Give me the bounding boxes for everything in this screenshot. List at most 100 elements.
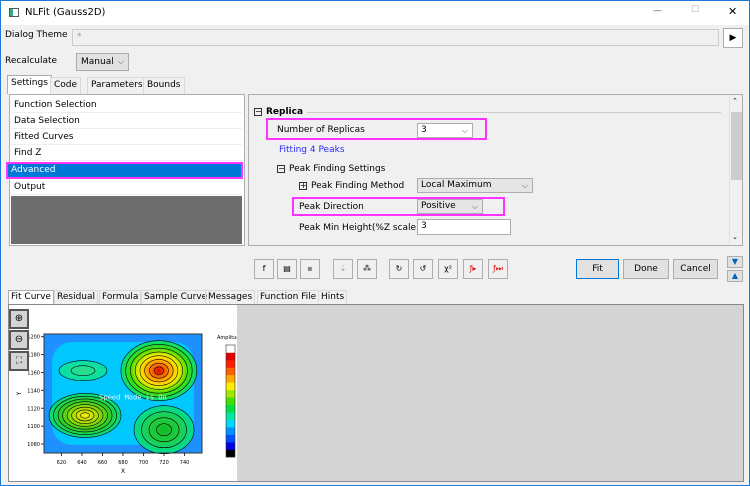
x-tick-label: 620 bbox=[57, 460, 67, 466]
chevron-down-icon: ⌵ bbox=[461, 126, 468, 135]
peak-method-value: Local Maximum bbox=[421, 180, 492, 190]
recalculate-select[interactable]: Manual ⌵ bbox=[76, 53, 129, 71]
y-tick-label: 1080 bbox=[27, 442, 40, 448]
done-button[interactable]: Done bbox=[623, 259, 669, 279]
nav-item-fitted-curves[interactable]: Fitted Curves bbox=[11, 129, 242, 145]
zoom-in-icon[interactable]: ⊕ bbox=[9, 309, 29, 329]
replicas-value: 3 bbox=[421, 125, 427, 135]
function-editor-icon[interactable]: f bbox=[254, 259, 274, 279]
x-tick-label: 720 bbox=[159, 460, 169, 466]
tab-code[interactable]: Code bbox=[50, 77, 82, 94]
theme-menu-button[interactable]: ▶ bbox=[723, 28, 743, 48]
tab-settings[interactable]: Settings bbox=[7, 75, 52, 94]
fit-button[interactable]: Fit bbox=[576, 259, 619, 279]
x-axis-label: X bbox=[121, 468, 125, 475]
colorbar-segment bbox=[226, 389, 235, 398]
expand-icon[interactable]: + bbox=[299, 182, 307, 190]
colorbar-segment bbox=[226, 404, 235, 413]
section-divider bbox=[307, 112, 721, 113]
function-file-icon[interactable]: ▤ bbox=[277, 259, 297, 279]
dialog-theme-label: Dialog Theme bbox=[5, 30, 68, 40]
tab-fit-curve[interactable]: Fit Curve bbox=[8, 290, 54, 304]
x-tick-label: 640 bbox=[77, 460, 87, 466]
zoom-out-icon[interactable]: ⊖ bbox=[9, 330, 29, 350]
nav-item-advanced[interactable]: Advanced bbox=[6, 162, 243, 179]
colorbar-segment bbox=[226, 434, 235, 443]
collapse-down-icon[interactable]: ▼ bbox=[727, 256, 743, 268]
cancel-button[interactable]: Cancel bbox=[673, 259, 718, 279]
colorbar-segment bbox=[226, 359, 235, 368]
y-tick-label: 1200 bbox=[27, 335, 40, 341]
y-tick-label: 1120 bbox=[27, 406, 40, 412]
nav-item-data-selection[interactable]: Data Selection bbox=[11, 113, 242, 129]
replica-section-title: Replica bbox=[266, 107, 304, 117]
save-icon[interactable]: ▪ bbox=[300, 259, 320, 279]
x-tick-label: 660 bbox=[98, 460, 108, 466]
title-bar: NLFit (Gauss2D) — ☐ ✕ bbox=[1, 1, 749, 25]
window-title: NLFit (Gauss2D) bbox=[25, 7, 106, 18]
replicas-select[interactable]: 3 ⌵ bbox=[417, 123, 473, 138]
tab-messages[interactable]: Messages bbox=[205, 290, 256, 304]
fit-until-converged-icon[interactable]: ↺ bbox=[413, 259, 433, 279]
colorbar-segment bbox=[226, 427, 235, 435]
close-button[interactable]: ✕ bbox=[728, 5, 737, 18]
colorbar-title: Amplitude bbox=[217, 335, 237, 341]
nav-item-function-selection[interactable]: Function Selection bbox=[11, 97, 242, 113]
peak-direction-select[interactable]: Positive ⌵ bbox=[417, 199, 483, 214]
maximize-button[interactable]: ☐ bbox=[691, 5, 699, 15]
find-peaks-icon[interactable]: ⁂ bbox=[357, 259, 377, 279]
y-tick-label: 1140 bbox=[27, 388, 40, 394]
colorbar-segment bbox=[226, 442, 235, 450]
tab-bounds[interactable]: Bounds bbox=[143, 77, 185, 94]
fit-step-icon[interactable]: ƒ▸ bbox=[463, 259, 483, 279]
x-tick-label: 680 bbox=[118, 460, 128, 466]
peak-method-label: Peak Finding Method bbox=[311, 181, 405, 191]
fitting-peaks-note: Fitting 4 Peaks bbox=[279, 145, 345, 155]
peak-fill bbox=[120, 340, 197, 401]
peak-direction-value: Positive bbox=[421, 201, 456, 211]
minimize-button[interactable]: — bbox=[653, 6, 662, 16]
peak-method-select[interactable]: Local Maximum ⌵ bbox=[417, 178, 533, 193]
rescale-icon[interactable]: ⛶ bbox=[9, 351, 29, 371]
speed-mode-label: Speed Mode is On bbox=[99, 393, 166, 401]
colorbar-segment bbox=[226, 374, 235, 383]
one-iteration-icon[interactable]: ↻ bbox=[389, 259, 409, 279]
colorbar-segment bbox=[226, 382, 235, 391]
tab-function-file[interactable]: Function File bbox=[257, 290, 320, 304]
dialog-theme-input[interactable]: * bbox=[72, 29, 719, 46]
peak-finding-settings-label: Peak Finding Settings bbox=[289, 164, 386, 174]
replicas-label: Number of Replicas bbox=[277, 125, 365, 135]
tab-formula[interactable]: Formula bbox=[99, 290, 142, 304]
colorbar-segment bbox=[226, 449, 235, 458]
scrollbar-thumb[interactable] bbox=[731, 112, 742, 180]
expand-up-icon[interactable]: ▲ bbox=[727, 270, 743, 282]
nav-item-output[interactable]: Output bbox=[11, 179, 242, 195]
collapse-icon[interactable]: − bbox=[254, 108, 262, 116]
peak-min-height-input[interactable]: 3 bbox=[417, 219, 511, 235]
settings-panel: ⌃ ⌄ − Replica Number of Replicas 3 ⌵ Fitt… bbox=[248, 94, 743, 246]
chevron-down-icon: ⌵ bbox=[117, 57, 124, 66]
vertical-scrollbar[interactable]: ⌃ ⌄ bbox=[729, 95, 742, 245]
colorbar-segment bbox=[226, 352, 235, 361]
scroll-up-icon[interactable]: ⌃ bbox=[732, 97, 738, 105]
fit-until-end-icon[interactable]: ƒ⏭ bbox=[488, 259, 508, 279]
chi-square-icon[interactable]: χ² bbox=[438, 259, 458, 279]
colorbar-segment bbox=[226, 367, 235, 376]
tab-hints[interactable]: Hints bbox=[318, 290, 348, 304]
peak-min-height-label: Peak Min Height(%Z scale) bbox=[299, 223, 420, 233]
nav-item-find-z[interactable]: Find Z bbox=[11, 145, 242, 161]
tab-residual[interactable]: Residual bbox=[54, 290, 99, 304]
nlfit-dialog: NLFit (Gauss2D) — ☐ ✕ Dialog Theme * ▶ R… bbox=[0, 0, 750, 486]
y-axis-label: Y bbox=[16, 391, 23, 396]
collapse-icon[interactable]: − bbox=[277, 165, 285, 173]
contour-plot: 620 640 660 680 700 720 740 1080 1100 1120 1140 116… bbox=[16, 333, 243, 475]
tab-sample-curve[interactable]: Sample Curve bbox=[141, 290, 211, 304]
scroll-down-icon[interactable]: ⌄ bbox=[732, 233, 738, 241]
tab-parameters[interactable]: Parameters bbox=[87, 77, 147, 94]
fit-curve-graph: 620 640 660 680 700 720 740 1080 1100 1120 1140 116… bbox=[9, 305, 243, 481]
app-icon bbox=[9, 8, 19, 17]
peak-direction-label: Peak Direction bbox=[299, 202, 364, 212]
parameter-init-icon[interactable]: ⇣ bbox=[333, 259, 353, 279]
x-tick-label: 740 bbox=[180, 460, 190, 466]
recalculate-value: Manual bbox=[81, 57, 114, 67]
